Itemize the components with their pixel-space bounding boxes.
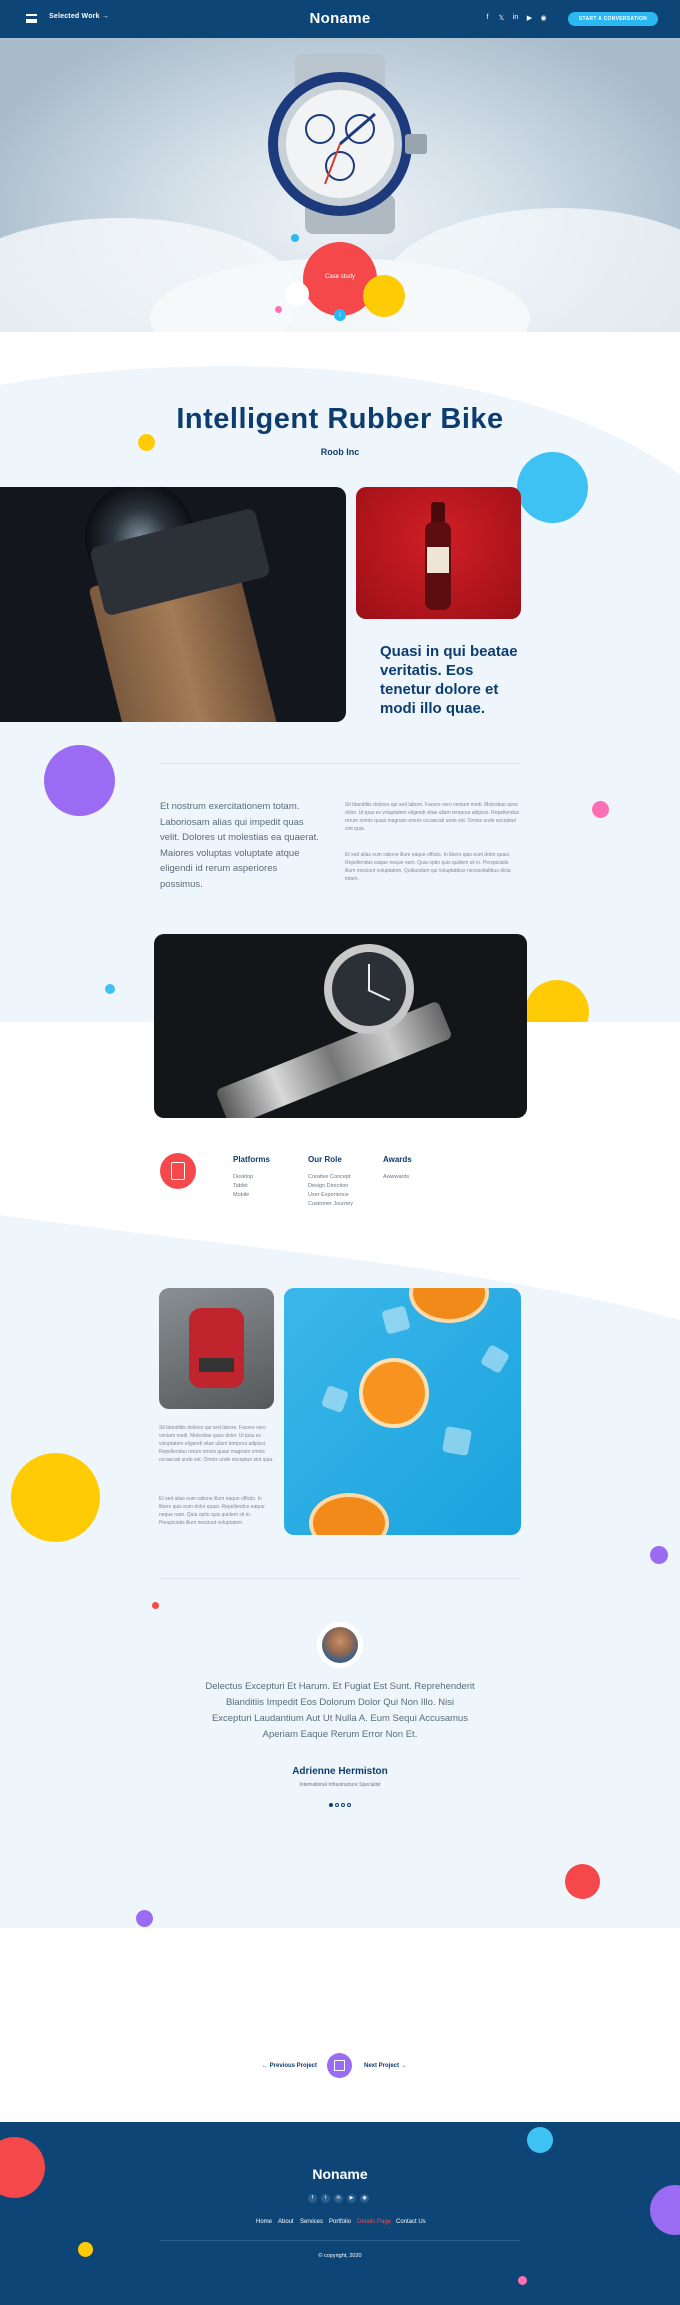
linkedin-icon[interactable]: in [334, 2194, 343, 2203]
footer-link-portfolio[interactable]: Portfolio [329, 2219, 351, 2225]
pink-dot [518, 2276, 527, 2285]
dribbble-icon[interactable]: ◉ [360, 2194, 369, 2203]
gallery-paragraph-1: Sit blanditiis dolores qui sed labore. F… [159, 1425, 274, 1463]
scroll-down-icon[interactable]: ↓ [334, 309, 346, 321]
footer-link-details-page[interactable]: Details Page [357, 2219, 391, 2225]
divider [160, 763, 520, 764]
footer-link-about[interactable]: About [278, 2219, 294, 2225]
platforms-item: Desktop [233, 1174, 254, 1180]
testimonial-quote: Delectus Excepturi Et Harum. Et Fugiat E… [205, 1681, 475, 1740]
footer-link-home[interactable]: Home [256, 2219, 272, 2225]
awards-item: Awwwards [383, 1174, 410, 1180]
project-title: Intelligent Rubber Bike [176, 403, 504, 435]
yellow-dot [138, 434, 155, 451]
role-item: User Experience [308, 1192, 349, 1198]
youtube-icon[interactable]: ▶ [347, 2194, 356, 2203]
watch-photo [268, 54, 427, 234]
hero-image: Case study ↓ [0, 38, 680, 332]
camera-lens-image [0, 487, 346, 722]
role-item: Customer Journey [308, 1201, 353, 1207]
testimonial-name: Adrienne Hermiston [292, 1766, 388, 1777]
pink-dot [275, 306, 282, 313]
divider [160, 1578, 520, 1579]
backpack-image [159, 1288, 274, 1409]
platforms-item: Mobile [233, 1192, 250, 1198]
copyright: © copyright, 2020 [318, 2253, 362, 2259]
case-study-label: Case study [324, 274, 355, 280]
grid-icon [334, 2060, 345, 2071]
site-header: Selected Work → Noname f 𝕏 in ▶ ◉ START … [0, 0, 680, 38]
pink-dot [592, 801, 609, 818]
white-dot [285, 282, 309, 306]
gallery-paragraph-2: Et sed alias eum ratione illum eaque off… [159, 1496, 265, 1526]
blue-dot [105, 984, 115, 994]
project-paragraph-2: Et sed alias eum ratione illum eaque off… [345, 852, 511, 882]
awards-heading: Awards [383, 1155, 412, 1164]
footer-logo[interactable]: Noname [0, 2166, 680, 2182]
footer-divider [160, 2240, 520, 2241]
testimonial-role: International Infrastructure Specialist [299, 1782, 381, 1788]
project-paragraph-1: Sit blanditiis dolores qui sed labore. F… [345, 802, 519, 832]
red-dot [152, 1602, 159, 1609]
blue-dot [291, 234, 299, 242]
yellow-dot [363, 275, 405, 317]
start-conversation-button[interactable]: START A CONVERSATION [568, 12, 658, 26]
role-item: Design Direction [308, 1183, 349, 1189]
our-role-heading: Our Role [308, 1155, 342, 1164]
platforms-heading: Platforms [233, 1155, 270, 1164]
client-name: Roob Inc [320, 447, 360, 457]
purple-circle [44, 745, 115, 816]
project-lead-text: Et nostrum exercitationem totam. Laborio… [160, 801, 319, 890]
blue-circle [517, 452, 588, 523]
facebook-icon[interactable]: f [483, 14, 492, 21]
project-quote: Quasi in qui beatae veritatis. Eos tenet… [380, 643, 518, 717]
next-project-link[interactable]: Next Project → [364, 2063, 407, 2069]
purple-dot [136, 1910, 153, 1927]
grid-view-button[interactable] [327, 2053, 352, 2078]
role-item: Creative Concept [308, 1174, 351, 1180]
youtube-icon[interactable]: ▶ [525, 14, 534, 22]
watch-image [154, 934, 527, 1118]
carousel-dots[interactable] [329, 1803, 353, 1809]
twitter-icon[interactable]: t [321, 2194, 330, 2203]
twitter-icon[interactable]: 𝕏 [497, 14, 506, 22]
purple-dot [650, 1546, 668, 1564]
avatar [317, 1622, 363, 1668]
footer-link-contact-us[interactable]: Contact Us [396, 2219, 426, 2225]
previous-project-link[interactable]: ← Previous Project [262, 2063, 317, 2069]
footer-link-services[interactable]: Services [300, 2219, 323, 2225]
platforms-item: Tablet [233, 1183, 248, 1189]
linkedin-icon[interactable]: in [511, 14, 520, 21]
red-circle [565, 1864, 600, 1899]
blue-dot [527, 2127, 553, 2153]
bottle-image [356, 487, 521, 619]
purple-circle [650, 2185, 680, 2235]
site-footer: Noname f t in ▶ ◉ Home About Services Po… [0, 2122, 680, 2305]
dribbble-icon[interactable]: ◉ [539, 14, 548, 22]
yellow-circle [11, 1453, 100, 1542]
document-icon [171, 1162, 185, 1180]
oranges-image [284, 1288, 521, 1535]
facebook-icon[interactable]: f [308, 2194, 317, 2203]
